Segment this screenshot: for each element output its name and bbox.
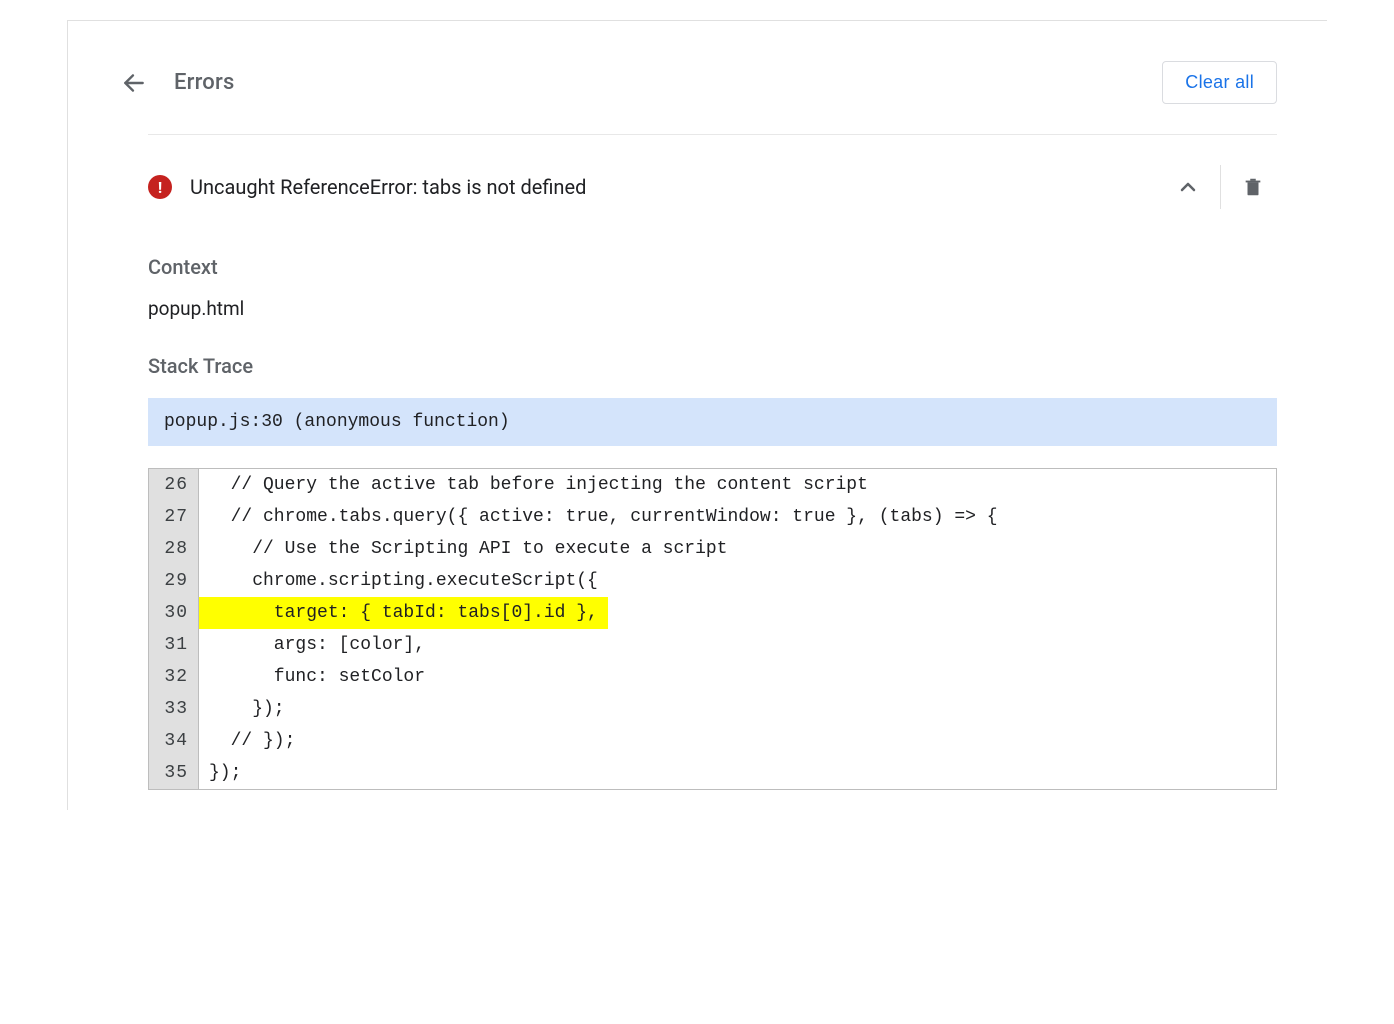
chevron-up-icon <box>1176 175 1200 199</box>
back-button[interactable] <box>118 67 150 99</box>
divider <box>1220 165 1221 209</box>
line-number: 33 <box>149 693 199 725</box>
line-number: 31 <box>149 629 199 661</box>
line-number: 32 <box>149 661 199 693</box>
code-line: 34 // }); <box>149 725 1277 757</box>
error-row-left: ! Uncaught ReferenceError: tabs is not d… <box>148 175 586 199</box>
error-row-right <box>1164 163 1277 211</box>
line-number: 34 <box>149 725 199 757</box>
stack-trace-heading: Stack Trace <box>148 354 1277 378</box>
code-text: args: [color], <box>199 629 1277 661</box>
code-text: chrome.scripting.executeScript({ <box>199 565 1277 597</box>
error-icon: ! <box>148 175 172 199</box>
arrow-left-icon <box>121 70 147 96</box>
code-line: 29 chrome.scripting.executeScript({ <box>149 565 1277 597</box>
page-title: Errors <box>174 70 235 95</box>
code-line: 30 target: { tabId: tabs[0].id }, <box>149 597 1277 629</box>
code-line: 33 }); <box>149 693 1277 725</box>
code-line: 27 // chrome.tabs.query({ active: true, … <box>149 501 1277 533</box>
code-text: target: { tabId: tabs[0].id }, <box>199 597 1277 629</box>
code-line: 28 // Use the Scripting API to execute a… <box>149 533 1277 565</box>
code-text: }); <box>199 693 1277 725</box>
errors-panel: Errors Clear all ! Uncaught ReferenceErr… <box>67 20 1327 810</box>
error-message: Uncaught ReferenceError: tabs is not def… <box>190 175 586 199</box>
code-text: // }); <box>199 725 1277 757</box>
line-number: 35 <box>149 757 199 790</box>
code-text: }); <box>199 757 1277 790</box>
clear-all-button[interactable]: Clear all <box>1162 61 1277 104</box>
code-text: func: setColor <box>199 661 1277 693</box>
error-header-row: ! Uncaught ReferenceError: tabs is not d… <box>148 155 1277 229</box>
error-content: ! Uncaught ReferenceError: tabs is not d… <box>148 134 1277 790</box>
context-value: popup.html <box>148 297 1277 320</box>
code-text: // Query the active tab before injecting… <box>199 469 1277 502</box>
header: Errors Clear all <box>108 41 1287 134</box>
header-left: Errors <box>118 67 235 99</box>
code-line: 32 func: setColor <box>149 661 1277 693</box>
delete-error-button[interactable] <box>1229 163 1277 211</box>
line-number: 26 <box>149 469 199 502</box>
code-line: 26 // Query the active tab before inject… <box>149 469 1277 502</box>
stack-frame[interactable]: popup.js:30 (anonymous function) <box>148 398 1277 446</box>
line-number: 27 <box>149 501 199 533</box>
code-viewer: 26 // Query the active tab before inject… <box>148 468 1277 790</box>
line-number: 28 <box>149 533 199 565</box>
collapse-toggle[interactable] <box>1164 163 1212 211</box>
line-number: 29 <box>149 565 199 597</box>
context-heading: Context <box>148 255 1277 279</box>
trash-icon <box>1242 176 1264 198</box>
code-line: 35}); <box>149 757 1277 790</box>
code-text: // Use the Scripting API to execute a sc… <box>199 533 1277 565</box>
line-number: 30 <box>149 597 199 629</box>
code-line: 31 args: [color], <box>149 629 1277 661</box>
code-text: // chrome.tabs.query({ active: true, cur… <box>199 501 1277 533</box>
